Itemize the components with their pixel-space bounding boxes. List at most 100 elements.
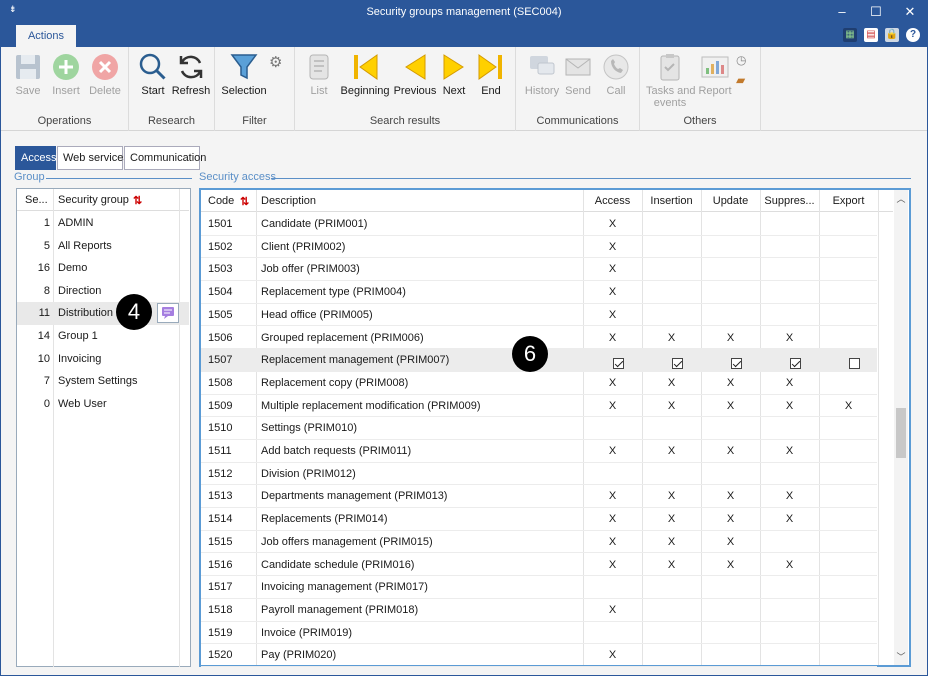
export-checkbox[interactable] bbox=[848, 358, 860, 370]
header-access[interactable]: Access bbox=[583, 195, 642, 207]
delete-label: Delete bbox=[89, 85, 121, 97]
access-cell: X bbox=[608, 263, 617, 276]
access-table-row[interactable]: 1501 Candidate (PRIM001) X bbox=[201, 213, 877, 236]
insert-label: Insert bbox=[52, 85, 80, 97]
group-table-row[interactable]: 0 Web User bbox=[17, 393, 189, 416]
list-button[interactable]: List bbox=[303, 51, 335, 103]
access-table-row[interactable]: 1510 Settings (PRIM010) bbox=[201, 417, 877, 440]
group-table-row[interactable]: 16 Demo bbox=[17, 257, 189, 280]
header-description[interactable]: Description bbox=[261, 195, 316, 207]
access-table-row[interactable]: 1512 Division (PRIM012) bbox=[201, 463, 877, 486]
access-table-row[interactable]: 1503 Job offer (PRIM003) X bbox=[201, 258, 877, 282]
previous-button[interactable]: Previous bbox=[393, 51, 437, 103]
code-cell: 1513 bbox=[208, 490, 233, 503]
access-table-row[interactable]: 1513 Departments management (PRIM013) X X X X bbox=[201, 485, 877, 509]
group-table-row[interactable]: 14 Group 1 bbox=[17, 325, 189, 348]
minimize-button[interactable]: – bbox=[825, 1, 859, 23]
access-cell: X bbox=[608, 558, 617, 571]
scroll-up-icon[interactable]: ︿ bbox=[894, 192, 908, 205]
sort-indicator-icon[interactable]: ⇅ bbox=[133, 194, 142, 207]
header-suppression[interactable]: Suppres... bbox=[760, 195, 819, 207]
group-table-row[interactable]: 5 All Reports bbox=[17, 235, 189, 258]
comment-icon[interactable] bbox=[157, 303, 179, 323]
suppression-cell: X bbox=[785, 490, 794, 503]
start-label: Start bbox=[141, 85, 165, 97]
vertical-scrollbar[interactable]: ︿ ﹀ bbox=[894, 190, 908, 665]
update-cell: X bbox=[726, 558, 735, 571]
call-button[interactable]: Call bbox=[598, 51, 634, 103]
suppression-checkbox[interactable] bbox=[789, 358, 801, 370]
description-cell: Job offer (PRIM003) bbox=[261, 263, 360, 276]
clock-icon[interactable]: ◷ bbox=[736, 53, 746, 67]
access-table-row[interactable]: 1515 Job offers management (PRIM015) X X X bbox=[201, 531, 877, 554]
access-table-row[interactable]: 1505 Head office (PRIM005) X bbox=[201, 304, 877, 327]
header-security-group[interactable]: Security group bbox=[58, 194, 129, 206]
next-button[interactable]: Next bbox=[437, 51, 471, 103]
access-table-row[interactable]: 1504 Replacement type (PRIM004) X bbox=[201, 281, 877, 304]
start-button[interactable]: Start bbox=[135, 51, 171, 103]
access-table-row[interactable]: 1519 Invoice (PRIM019) bbox=[201, 622, 877, 645]
group-table-row[interactable]: 7 System Settings bbox=[17, 370, 189, 393]
access-table-row[interactable]: 1511 Add batch requests (PRIM011) X X X X bbox=[201, 440, 877, 463]
insertion-checkbox[interactable] bbox=[671, 358, 683, 370]
description-cell: Job offers management (PRIM015) bbox=[261, 535, 433, 548]
plus-icon bbox=[53, 54, 79, 80]
access-table-row[interactable]: 1516 Candidate schedule (PRIM016) X X X X bbox=[201, 554, 877, 577]
insertion-cell: X bbox=[667, 399, 676, 412]
calendar-icon[interactable]: ▤ bbox=[864, 28, 878, 42]
code-cell: 1516 bbox=[208, 558, 233, 571]
description-cell: Payroll management (PRIM018) bbox=[261, 603, 419, 616]
help-icon[interactable]: ? bbox=[906, 28, 920, 42]
description-cell: Replacement management (PRIM007) bbox=[261, 354, 450, 367]
tab-web-services[interactable]: Web services bbox=[57, 146, 129, 170]
access-table-row[interactable]: 1517 Invoicing management (PRIM017) bbox=[201, 576, 877, 599]
update-checkbox[interactable] bbox=[730, 358, 742, 370]
access-checkbox[interactable] bbox=[612, 358, 624, 370]
access-table-row[interactable]: 1520 Pay (PRIM020) X bbox=[201, 644, 877, 667]
group-seq-cell: 11 bbox=[38, 307, 50, 320]
scroll-down-icon[interactable]: ﹀ bbox=[894, 650, 908, 663]
send-button[interactable]: Send bbox=[562, 51, 594, 103]
code-cell: 1508 bbox=[208, 376, 233, 389]
maximize-button[interactable]: ☐ bbox=[859, 1, 893, 23]
access-table-row[interactable]: 1502 Client (PRIM002) X bbox=[201, 236, 877, 259]
delete-button[interactable]: Delete bbox=[85, 51, 125, 103]
header-code[interactable]: Code bbox=[208, 195, 234, 207]
access-cell: X bbox=[608, 331, 617, 344]
header-export[interactable]: Export bbox=[819, 195, 878, 207]
access-cell: X bbox=[608, 399, 617, 412]
calculator-icon[interactable]: ▦ bbox=[843, 28, 857, 42]
access-table-row[interactable]: 1514 Replacements (PRIM014) X X X X bbox=[201, 508, 877, 531]
gear-icon[interactable]: ⚙ bbox=[269, 53, 282, 71]
group-table-row[interactable]: 8 Direction bbox=[17, 280, 189, 303]
insert-button[interactable]: Insert bbox=[47, 51, 85, 103]
tab-actions[interactable]: Actions bbox=[16, 25, 76, 47]
history-button[interactable]: History bbox=[522, 51, 562, 103]
lock-icon[interactable]: 🔒 bbox=[885, 28, 899, 42]
group-table-row[interactable]: 1 ADMIN bbox=[17, 212, 189, 235]
access-table-row[interactable]: 1509 Multiple replacement modification (P… bbox=[201, 395, 877, 418]
end-button[interactable]: End bbox=[473, 51, 509, 103]
report-button[interactable]: Report bbox=[696, 51, 734, 103]
beginning-button[interactable]: Beginning bbox=[339, 51, 391, 103]
access-table-row[interactable]: 1508 Replacement copy (PRIM008) X X X X bbox=[201, 372, 877, 395]
refresh-button[interactable]: Refresh bbox=[171, 51, 211, 103]
access-table-row[interactable]: 1518 Payroll management (PRIM018) X bbox=[201, 599, 877, 622]
group-label-filter: Filter bbox=[242, 115, 267, 127]
tab-communication[interactable]: Communication bbox=[124, 146, 206, 170]
group-table-row[interactable]: 10 Invoicing bbox=[17, 348, 189, 371]
header-se[interactable]: Se... bbox=[25, 194, 48, 206]
group-name-cell: Web User bbox=[58, 397, 107, 410]
scrollbar-thumb[interactable] bbox=[896, 408, 906, 458]
save-button[interactable]: Save bbox=[9, 51, 47, 103]
selection-button[interactable]: Selection bbox=[221, 51, 267, 103]
tasks-and-events-button[interactable]: Tasks and events bbox=[646, 51, 696, 109]
close-button[interactable]: ✕ bbox=[893, 1, 927, 23]
description-cell: Candidate (PRIM001) bbox=[261, 218, 368, 230]
code-sort-icon[interactable]: ⇅ bbox=[240, 195, 249, 208]
header-insertion[interactable]: Insertion bbox=[642, 195, 701, 207]
description-cell: Division (PRIM012) bbox=[261, 467, 356, 480]
tab-access[interactable]: Access bbox=[15, 146, 56, 170]
header-update[interactable]: Update bbox=[701, 195, 760, 207]
tray-icon[interactable]: ▰ bbox=[736, 73, 745, 87]
